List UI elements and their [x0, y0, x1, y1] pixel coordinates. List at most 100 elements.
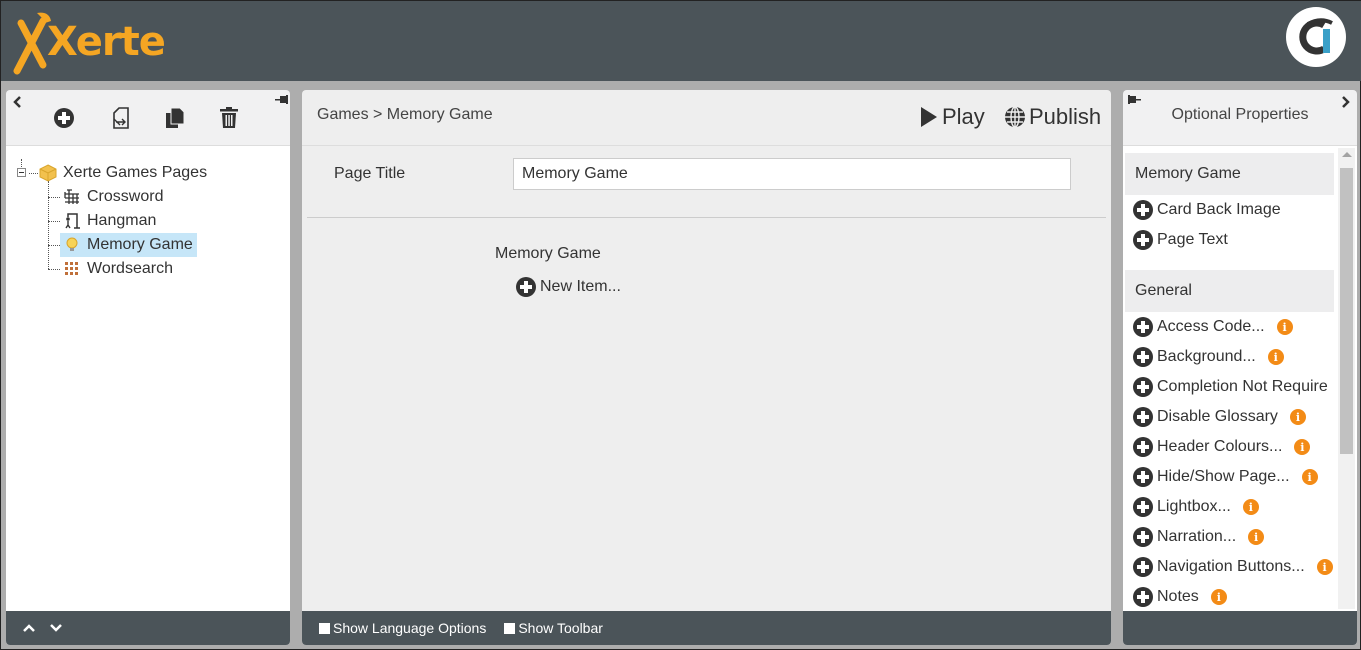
scroll-up-arrow-icon[interactable] — [1342, 152, 1352, 157]
editor-footer: Show Language Options Show Toolbar — [302, 611, 1111, 645]
page-tree: Xerte Games Pages Crossword Hangman Memo… — [6, 146, 290, 611]
page-title-label: Page Title — [334, 165, 406, 182]
property-narration[interactable]: Narration... i — [1133, 526, 1265, 548]
property-label: Disable Glossary — [1157, 408, 1278, 425]
property-completion-not-required[interactable]: Completion Not Require — [1133, 376, 1328, 398]
move-down-button[interactable] — [48, 621, 64, 635]
publish-button[interactable]: Publish — [1004, 104, 1101, 130]
checkbox-box[interactable] — [504, 622, 516, 634]
tree-connector — [48, 245, 60, 246]
publish-label: Publish — [1029, 104, 1102, 129]
info-icon[interactable]: i — [1248, 529, 1265, 545]
info-icon[interactable]: i — [1294, 439, 1311, 455]
info-icon[interactable]: i — [1242, 499, 1259, 515]
tree-connector — [48, 221, 60, 222]
editor-toolbar: Games > Memory Game Play Publish — [302, 90, 1111, 146]
page-tree-footer — [6, 611, 290, 645]
chevron-down-icon — [50, 624, 62, 632]
tree-item-label: Hangman — [87, 212, 157, 229]
property-disable-glossary[interactable]: Disable Glossary i — [1133, 406, 1306, 428]
tree-root[interactable]: Xerte Games Pages — [36, 162, 211, 184]
property-label: Narration... — [1157, 528, 1237, 545]
property-navigation-buttons[interactable]: Navigation Buttons... i — [1133, 556, 1333, 578]
property-label: Header Colours... — [1157, 438, 1283, 455]
plus-circle-icon — [1133, 230, 1153, 250]
add-page-button[interactable] — [52, 106, 76, 130]
info-icon[interactable]: i — [1276, 319, 1293, 335]
hangman-icon — [63, 212, 81, 230]
info-icon[interactable]: i — [1316, 559, 1333, 575]
plus-circle-icon — [1133, 497, 1153, 517]
property-header-colours[interactable]: Header Colours... i — [1133, 436, 1311, 458]
show-language-options-checkbox[interactable]: Show Language Options — [319, 620, 486, 636]
scrollbar-thumb[interactable] — [1340, 168, 1353, 454]
new-item-button[interactable]: New Item... — [516, 277, 621, 297]
collapse-panel-button[interactable] — [10, 94, 24, 110]
plus-circle-icon — [516, 277, 536, 297]
brand-logo-icon — [1299, 18, 1333, 55]
tree-collapse-toggle[interactable] — [17, 168, 26, 177]
plus-circle-icon — [1133, 557, 1153, 577]
tree-item-label-wrap: Wordsearch — [60, 257, 177, 281]
show-toolbar-checkbox[interactable]: Show Toolbar — [504, 620, 603, 636]
info-icon[interactable]: i — [1301, 469, 1318, 485]
property-background[interactable]: Background... i — [1133, 346, 1284, 368]
import-page-button[interactable] — [109, 106, 133, 130]
group-header-memory-game: Memory Game — [1125, 153, 1334, 195]
optional-properties-header: Optional Properties — [1123, 90, 1357, 146]
tree-item-hangman[interactable]: Hangman — [60, 210, 160, 232]
property-label: Hide/Show Page... — [1157, 468, 1290, 485]
info-icon[interactable]: i — [1267, 349, 1284, 365]
property-label: Access Code... — [1157, 318, 1265, 335]
info-icon[interactable]: i — [1289, 409, 1306, 425]
property-page-text[interactable]: Page Text — [1133, 229, 1228, 251]
tree-item-label: Wordsearch — [87, 260, 173, 277]
plus-circle-icon — [1133, 587, 1153, 607]
tree-connector — [48, 269, 60, 270]
app-header: Xerte — [1, 1, 1361, 81]
property-label: Page Text — [1157, 231, 1228, 248]
package-icon — [39, 164, 57, 182]
tree-item-label: Crossword — [87, 188, 164, 205]
optional-properties-footer — [1123, 611, 1357, 645]
properties-scrollbar[interactable] — [1338, 148, 1355, 609]
plus-circle-icon — [1133, 467, 1153, 487]
tree-item-wordsearch[interactable]: Wordsearch — [60, 258, 177, 280]
tree-item-label: Memory Game — [87, 236, 193, 253]
play-button[interactable]: Play — [919, 104, 985, 130]
optional-properties-panel: Optional Properties Memory Game Card Bac… — [1123, 90, 1357, 645]
property-hide-show-page[interactable]: Hide/Show Page... i — [1133, 466, 1318, 488]
minus-icon — [19, 172, 24, 173]
pin-panel-button[interactable] — [274, 92, 290, 108]
editor-panel: Games > Memory Game Play Publish Page Ti… — [302, 90, 1111, 645]
tree-item-memory-game[interactable]: Memory Game — [60, 233, 197, 257]
checkbox-box[interactable] — [319, 622, 330, 634]
property-label: Card Back Image — [1157, 201, 1281, 218]
info-icon[interactable]: i — [1210, 589, 1227, 605]
move-up-button[interactable] — [21, 621, 37, 635]
duplicate-page-button[interactable] — [163, 106, 187, 130]
brand-logo[interactable] — [1286, 7, 1346, 67]
property-label: Navigation Buttons... — [1157, 558, 1305, 575]
property-label: Notes — [1157, 588, 1199, 605]
property-notes[interactable]: Notes i — [1133, 586, 1227, 608]
wordsearch-icon — [63, 260, 81, 278]
property-access-code[interactable]: Access Code... i — [1133, 316, 1293, 338]
copy-icon — [166, 107, 185, 128]
property-label: Completion Not Require — [1157, 378, 1328, 395]
tree-item-label-wrap: Crossword — [60, 185, 167, 209]
logo-text: Xerte — [47, 19, 166, 65]
page-title-input[interactable] — [513, 158, 1071, 190]
tree-connector — [48, 181, 49, 269]
lightbulb-icon — [63, 236, 81, 254]
chevron-up-icon — [23, 624, 35, 632]
plus-circle-icon — [1133, 317, 1153, 337]
tree-item-crossword[interactable]: Crossword — [60, 186, 167, 208]
tree-item-label-wrap: Hangman — [60, 209, 160, 233]
plus-circle-icon — [1133, 437, 1153, 457]
property-lightbox[interactable]: Lightbox... i — [1133, 496, 1259, 518]
plus-circle-icon — [1133, 527, 1153, 547]
property-card-back-image[interactable]: Card Back Image — [1133, 199, 1281, 221]
plus-circle-icon — [54, 108, 74, 128]
delete-page-button[interactable] — [217, 106, 241, 130]
